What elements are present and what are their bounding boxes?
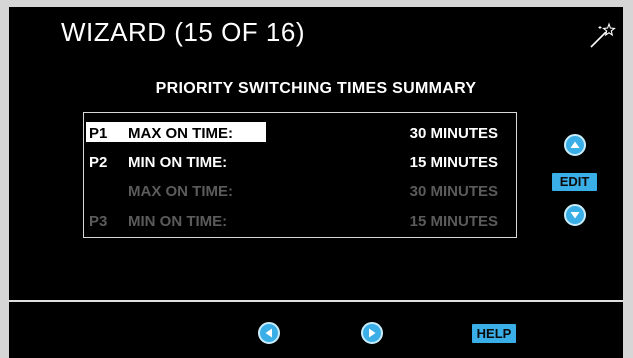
edit-button[interactable]: EDIT (552, 173, 597, 191)
priority-label: P2 (89, 154, 108, 171)
summary-row-p2-min-on[interactable]: P2 MIN ON TIME: 15 MINUTES (84, 150, 518, 176)
setting-label: MAX ON TIME: (128, 125, 233, 142)
magic-wand-icon[interactable] (587, 21, 617, 51)
summary-row-p2-max-on: MAX ON TIME: 30 MINUTES (84, 179, 518, 205)
setting-value: 15 MINUTES (409, 154, 498, 171)
footer-divider (9, 300, 623, 302)
priority-label: P3 (89, 213, 108, 230)
scroll-down-button[interactable] (564, 204, 586, 226)
setting-value: 30 MINUTES (409, 183, 498, 200)
summary-row-p1-max-on[interactable]: P1 MAX ON TIME: 30 MINUTES (84, 121, 518, 147)
page-title: WIZARD (15 OF 16) (61, 17, 305, 47)
setting-label: MIN ON TIME: (128, 154, 228, 171)
arrow-up-icon (570, 141, 580, 148)
arrow-down-icon (570, 212, 580, 219)
wizard-screen: WIZARD (15 OF 16) PRIORITY SWITCHING TIM… (9, 7, 623, 358)
setting-label: MIN ON TIME: (128, 213, 228, 230)
arrow-right-icon (369, 328, 376, 338)
summary-title: PRIORITY SWITCHING TIMES SUMMARY (155, 80, 477, 97)
summary-row-p3-min-on: P3 MIN ON TIME: 15 MINUTES (84, 209, 518, 235)
summary-table: P1 MAX ON TIME: 30 MINUTES P2 MIN ON TIM… (83, 112, 517, 238)
help-button[interactable]: HELP (472, 324, 516, 343)
next-button[interactable] (361, 322, 383, 344)
previous-button[interactable] (258, 322, 280, 344)
scroll-up-button[interactable] (564, 134, 586, 156)
priority-label: P1 (89, 125, 108, 142)
arrow-left-icon (265, 328, 272, 338)
setting-label: MAX ON TIME: (128, 183, 233, 200)
setting-value: 15 MINUTES (409, 213, 498, 230)
setting-value: 30 MINUTES (409, 125, 498, 142)
